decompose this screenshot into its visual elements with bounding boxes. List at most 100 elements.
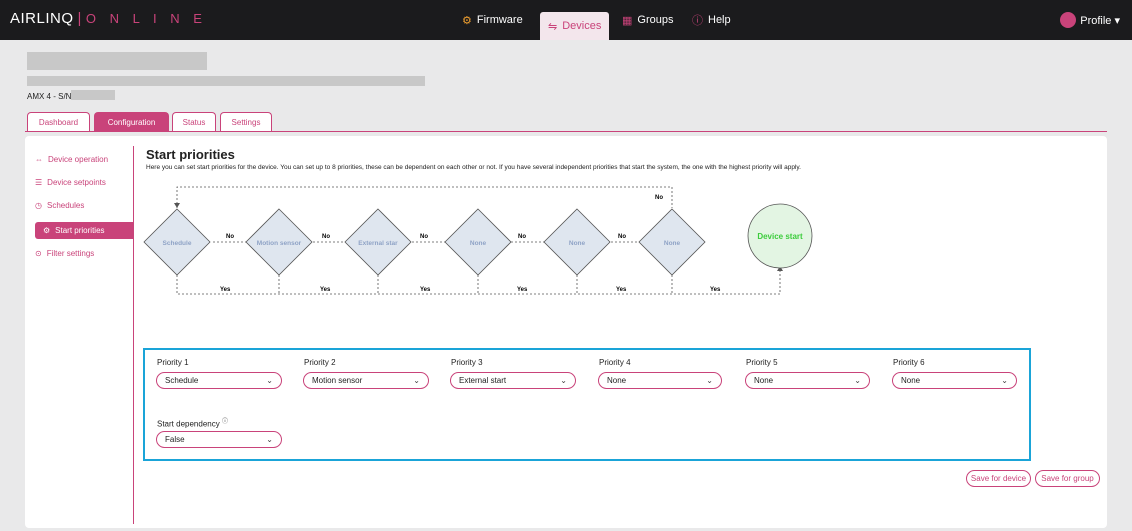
- brand-sub: O N L I N E: [85, 11, 207, 26]
- no-loop-line: [176, 186, 673, 208]
- sidebar-item-label: Device setpoints: [47, 177, 106, 187]
- profile-menu[interactable]: Profile ▾: [1060, 12, 1120, 28]
- tab-settings[interactable]: Settings: [220, 112, 272, 132]
- page-description: Here you can set start priorities for th…: [146, 164, 801, 171]
- page-title: Start priorities: [146, 147, 235, 162]
- select-value: Motion sensor: [312, 376, 363, 385]
- tab-label: Settings: [231, 118, 261, 127]
- brand-logo[interactable]: AIRLINQ | O N L I N E: [10, 10, 207, 27]
- nav-groups-label: Groups: [637, 14, 674, 26]
- tab-dashboard[interactable]: Dashboard: [27, 112, 90, 132]
- save-for-group-button[interactable]: Save for group: [1035, 470, 1100, 487]
- yes-label: Yes: [420, 287, 431, 293]
- info-icon[interactable]: ⓘ: [222, 419, 228, 425]
- nav-devices-label: Devices: [562, 20, 602, 32]
- devices-icon: ⇋: [548, 20, 558, 33]
- brand-name: AIRLINQ: [10, 10, 74, 27]
- chevron-down-icon: ⌄: [706, 376, 713, 385]
- decision-node-label: Schedule: [163, 240, 192, 247]
- chevron-down-icon: ⌄: [854, 376, 861, 385]
- tab-configuration[interactable]: Configuration: [94, 112, 169, 132]
- no-label: No: [226, 234, 234, 240]
- sidebar-item-start-priorities[interactable]: ⚙ Start priorities: [35, 222, 133, 239]
- start-dependency-text: Start dependency: [157, 419, 220, 429]
- serial-label: AMX 4 - S/N:: [27, 92, 74, 101]
- chevron-down-icon: ⌄: [413, 376, 420, 385]
- decision-node-label: None: [470, 240, 487, 247]
- priority-6-label: Priority 6: [893, 358, 925, 367]
- priority-5-label: Priority 5: [746, 358, 778, 367]
- decision-node-label: Motion sensor: [257, 240, 302, 247]
- yes-label: Yes: [710, 287, 721, 293]
- gear-icon: ⚙: [462, 14, 472, 27]
- select-value: None: [607, 376, 627, 385]
- tab-label: Status: [182, 118, 206, 127]
- sidebar-item-label: Device operation: [48, 154, 109, 164]
- help-icon: ⓘ: [692, 15, 703, 27]
- priority-3-label: Priority 3: [451, 358, 483, 367]
- tab-label: Dashboard: [38, 118, 79, 127]
- no-label: No: [518, 234, 526, 240]
- select-value: False: [165, 435, 185, 444]
- priority-2-select[interactable]: Motion sensor ⌄: [303, 372, 429, 389]
- priority-2-label: Priority 2: [304, 358, 336, 367]
- sidebar-item-device-operation[interactable]: ⇔ Device operation: [35, 151, 108, 167]
- no-label: No: [618, 234, 626, 240]
- nav-devices[interactable]: ⇋ Devices: [540, 12, 610, 40]
- clock-icon: ◷: [35, 200, 42, 210]
- select-value: Schedule: [165, 376, 199, 385]
- sidebar-item-filter-settings[interactable]: ⊙ Filter settings: [35, 245, 94, 261]
- nav-firmware-label: Firmware: [476, 14, 523, 26]
- no-label: No: [420, 234, 428, 240]
- chevron-down-icon: ⌄: [560, 376, 567, 385]
- yes-label: Yes: [220, 287, 231, 293]
- top-navbar: AIRLINQ | O N L I N E ⚙ Firmware ⇋ Devices…: [0, 0, 1132, 40]
- filter-icon: ⊙: [35, 248, 42, 258]
- priority-5-select[interactable]: None ⌄: [745, 372, 870, 389]
- priority-3-select[interactable]: External start ⌄: [450, 372, 576, 389]
- brand-separator: |: [77, 10, 82, 27]
- chevron-down-icon: ⌄: [1001, 376, 1008, 385]
- yes-label: Yes: [616, 287, 627, 293]
- sidebar-item-device-setpoints[interactable]: ☰ Device setpoints: [35, 174, 106, 190]
- sidebar-item-label: Filter settings: [46, 248, 95, 258]
- decision-node-label: External star: [358, 240, 398, 247]
- yes-label: Yes: [517, 287, 528, 293]
- priority-4-select[interactable]: None ⌄: [598, 372, 722, 389]
- nav-firmware[interactable]: ⚙ Firmware: [462, 9, 523, 31]
- priority-1-select[interactable]: Schedule ⌄: [156, 372, 282, 389]
- no-label: No: [322, 234, 330, 240]
- device-start-label: Device start: [757, 232, 803, 241]
- save-for-device-button[interactable]: Save for device: [966, 470, 1031, 487]
- sliders-icon: ☰: [35, 177, 43, 187]
- start-dependency-label: Start dependency ⓘ: [157, 416, 228, 429]
- tab-underline: [25, 131, 1107, 132]
- select-value: None: [754, 376, 774, 385]
- avatar: [1060, 12, 1077, 28]
- tab-label: Configuration: [107, 118, 156, 127]
- nav-help[interactable]: ⓘ Help: [692, 9, 731, 31]
- yes-label: Yes: [320, 287, 331, 293]
- sidebar-item-label: Start priorities: [55, 226, 105, 235]
- profile-label: Profile ▾: [1080, 14, 1120, 27]
- chevron-down-icon: ⌄: [266, 376, 273, 385]
- grid-icon: ▦: [622, 14, 633, 27]
- sidebar-item-label: Schedules: [46, 200, 85, 210]
- priority-6-select[interactable]: None ⌄: [892, 372, 1017, 389]
- redacted-device-info: [27, 76, 425, 86]
- decision-node-label: None: [664, 240, 681, 247]
- start-dependency-select[interactable]: False ⌄: [156, 431, 282, 448]
- gear-icon: ⚙: [43, 226, 51, 235]
- select-value: None: [901, 376, 921, 385]
- priority-1-label: Priority 1: [157, 358, 189, 367]
- arrow-head: [174, 203, 180, 208]
- redacted-serial: [71, 90, 115, 100]
- tab-status[interactable]: Status: [172, 112, 216, 132]
- serial-number: AMX 4 - S/N:: [27, 92, 74, 101]
- redacted-device-name: [27, 52, 207, 70]
- sidebar-divider: [133, 146, 134, 524]
- sidebar-item-schedules[interactable]: ◷ Schedules: [35, 197, 84, 213]
- nav-help-label: Help: [708, 14, 731, 26]
- nav-groups[interactable]: ▦ Groups: [622, 9, 673, 31]
- priority-flow-diagram: Schedule Motion sensor External star None No…: [143, 186, 813, 295]
